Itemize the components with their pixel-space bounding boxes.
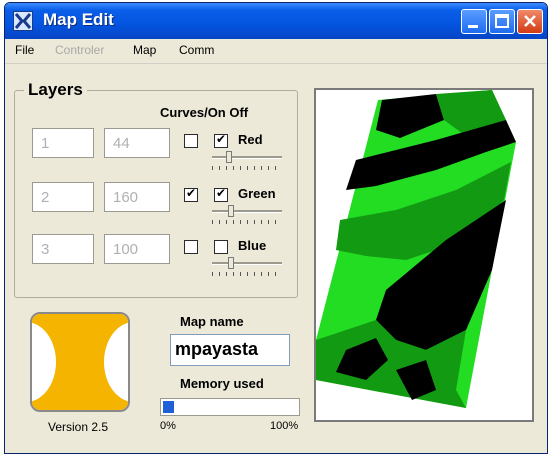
layer-2-color-label: Green bbox=[238, 186, 276, 201]
maximize-button[interactable] bbox=[489, 9, 515, 34]
yellow-x-logo-icon bbox=[30, 312, 130, 412]
layer-1-color-label: Red bbox=[238, 132, 263, 147]
memory-used-label: Memory used bbox=[180, 376, 264, 391]
memory-min-label: 0% bbox=[160, 420, 176, 432]
layers-group-title: Layers bbox=[24, 80, 87, 100]
layer-3-slider-ticks bbox=[212, 272, 278, 276]
layer-1-curve-checkbox[interactable] bbox=[184, 134, 198, 148]
layer-3-on-checkbox[interactable] bbox=[214, 240, 228, 254]
close-button[interactable] bbox=[517, 9, 543, 34]
map-image bbox=[316, 90, 516, 408]
layer-1-slider-track[interactable] bbox=[212, 156, 282, 159]
curves-on-off-label: Curves/On Off bbox=[160, 105, 249, 120]
minimize-icon bbox=[468, 25, 478, 28]
layer-2-slider-ticks bbox=[212, 220, 278, 224]
layer-3-slider-thumb[interactable] bbox=[228, 257, 234, 269]
layer-3-index-field[interactable]: 3 bbox=[32, 234, 94, 264]
menu-comm[interactable]: Comm bbox=[179, 43, 214, 57]
menu-file[interactable]: File bbox=[15, 43, 34, 57]
map-name-field[interactable]: mpayasta bbox=[170, 334, 290, 366]
menu-map[interactable]: Map bbox=[133, 43, 156, 57]
memory-progress-bar bbox=[160, 398, 300, 416]
menu-controler[interactable]: Controler bbox=[55, 43, 104, 57]
layer-1-slider-ticks bbox=[212, 166, 278, 170]
layer-2-value-field[interactable]: 160 bbox=[104, 182, 170, 212]
layer-1-value-field[interactable]: 44 bbox=[104, 128, 170, 158]
layer-3-slider-track[interactable] bbox=[212, 262, 282, 265]
minimize-button[interactable] bbox=[461, 9, 487, 34]
menu-bar: File Controler Map Comm bbox=[5, 39, 547, 64]
memory-max-label: 100% bbox=[270, 420, 299, 432]
window-title: Map Edit bbox=[43, 10, 114, 29]
layer-3-curve-checkbox[interactable] bbox=[184, 240, 198, 254]
layer-3-color-label: Blue bbox=[238, 238, 267, 253]
map-preview[interactable] bbox=[314, 88, 534, 422]
maximize-icon bbox=[495, 14, 509, 28]
layer-1-on-checkbox[interactable] bbox=[214, 132, 228, 148]
layer-1-slider-thumb[interactable] bbox=[226, 151, 232, 163]
layer-2-on-checkbox[interactable] bbox=[214, 186, 228, 202]
app-logo-icon[interactable] bbox=[13, 11, 33, 31]
version-label: Version 2.5 bbox=[48, 420, 109, 434]
layer-2-curve-checkbox[interactable] bbox=[184, 186, 198, 202]
map-name-label: Map name bbox=[180, 314, 244, 329]
layer-2-slider-track[interactable] bbox=[212, 210, 282, 213]
memory-progress-fill bbox=[163, 401, 174, 413]
layer-2-index-field[interactable]: 2 bbox=[32, 182, 94, 212]
layer-1-index-field[interactable]: 1 bbox=[32, 128, 94, 158]
title-bar[interactable]: Map Edit bbox=[5, 3, 547, 39]
layer-2-slider-thumb[interactable] bbox=[228, 205, 234, 217]
layer-3-value-field[interactable]: 100 bbox=[104, 234, 170, 264]
close-icon bbox=[524, 15, 536, 27]
